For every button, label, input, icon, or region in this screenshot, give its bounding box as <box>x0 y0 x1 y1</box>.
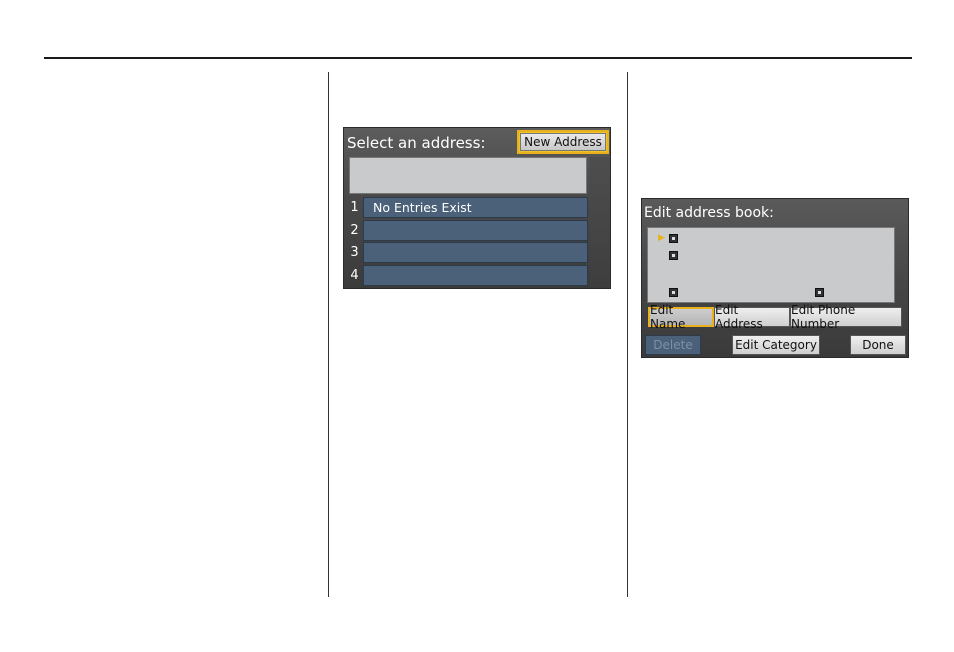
list-item-label: No Entries Exist <box>363 197 588 218</box>
list-item-label <box>363 219 588 241</box>
edit-phone-number-button[interactable]: Edit Phone Number <box>790 303 902 331</box>
new-address-button[interactable]: New Address <box>517 130 609 154</box>
column-divider-left <box>328 72 329 597</box>
phone-icon <box>669 288 678 297</box>
delete-button[interactable]: Delete <box>645 335 701 355</box>
scrollbar[interactable] <box>590 157 610 287</box>
address-icon <box>669 251 678 260</box>
edit-category-button[interactable]: Edit Category <box>732 335 820 355</box>
column-divider-right <box>627 72 628 597</box>
category-icon <box>815 288 824 297</box>
list-item-number: 3 <box>350 245 359 260</box>
list-item[interactable]: 1 No Entries Exist <box>346 197 588 218</box>
edit-name-button[interactable]: Edit Name <box>648 303 714 331</box>
selection-arrow-icon: ▶ <box>658 233 665 243</box>
address-input-field[interactable] <box>349 157 587 194</box>
list-item-number: 1 <box>350 200 359 215</box>
edit-address-button[interactable]: Edit Address <box>714 303 790 331</box>
select-address-screen: Select an address: New Address 1 No Entr… <box>343 127 611 289</box>
list-item[interactable]: 4 <box>346 264 588 286</box>
list-item[interactable]: 3 <box>346 242 588 263</box>
screen-title: Edit address book: <box>644 205 774 221</box>
page-top-rule <box>44 57 912 59</box>
list-item-label <box>363 264 588 286</box>
done-button[interactable]: Done <box>850 335 906 355</box>
screen-title: Select an address: <box>347 134 486 152</box>
new-address-label: New Address <box>520 133 606 151</box>
list-item-number: 4 <box>350 267 359 283</box>
edit-address-book-screen: Edit address book: ▶ Edit Name Edit Addr… <box>641 198 909 358</box>
name-icon <box>669 234 678 243</box>
address-list: 1 No Entries Exist 2 3 4 <box>346 197 588 287</box>
list-item-number: 2 <box>350 222 359 238</box>
list-item-label <box>363 242 588 263</box>
list-item[interactable]: 2 <box>346 219 588 241</box>
entry-details-panel: ▶ <box>647 227 895 303</box>
